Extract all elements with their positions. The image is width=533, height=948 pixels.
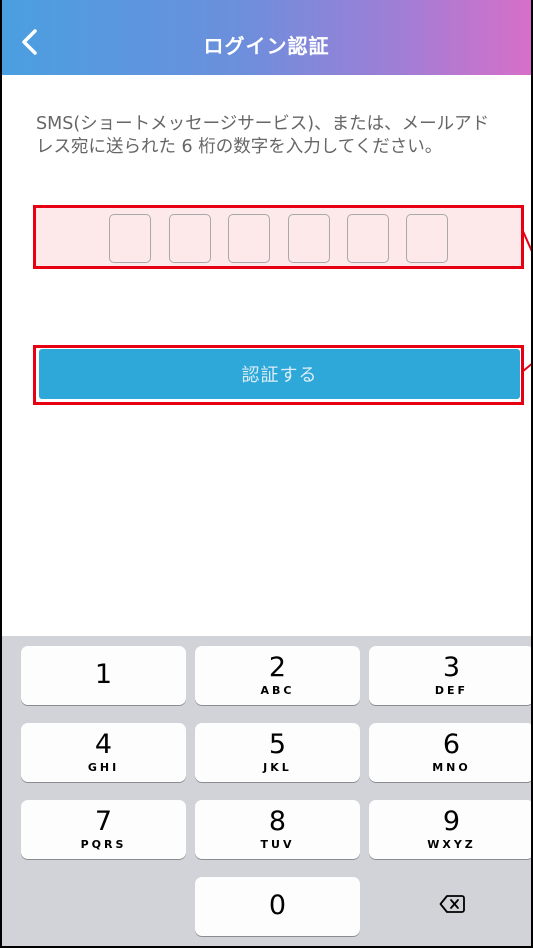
key-digit: 7	[94, 806, 113, 837]
key-digit: 8	[268, 806, 287, 837]
code-digit-box-2[interactable]	[169, 214, 211, 263]
key-digit: 4	[94, 729, 113, 760]
annotation-pointer-2	[521, 363, 531, 373]
key-letters: PQRS	[80, 838, 127, 851]
key-5[interactable]: 5 JKL	[195, 723, 360, 782]
key-letters: WXYZ	[427, 838, 476, 851]
instruction-text: SMS(ショートメッセージサービス)、または、メールアド レス宛に送られた 6 …	[36, 113, 526, 159]
key-0[interactable]: 0	[195, 877, 360, 936]
key-letters: MNO	[432, 761, 471, 774]
delete-key[interactable]	[369, 877, 531, 936]
key-4[interactable]: 4 GHI	[21, 723, 186, 782]
key-letters: ABC	[260, 684, 295, 697]
key-3[interactable]: 3 DEF	[369, 646, 531, 705]
key-letters: JKL	[263, 761, 292, 774]
submit-highlight: 認証する	[33, 345, 524, 405]
key-letters: DEF	[434, 684, 469, 697]
key-digit: 3	[442, 652, 461, 683]
key-digit: 6	[442, 729, 461, 760]
code-digit-box-6[interactable]	[406, 214, 448, 263]
key-2[interactable]: 2 ABC	[195, 646, 360, 705]
key-1[interactable]: 1	[21, 646, 186, 705]
nav-header: ログイン認証	[2, 0, 531, 75]
key-6[interactable]: 6 MNO	[369, 723, 531, 782]
key-letters: GHI	[87, 761, 120, 774]
code-digit-box-3[interactable]	[228, 214, 270, 263]
instruction-line-2: レス宛に送られた 6 桁の数字を入力してください。	[36, 137, 443, 157]
code-digit-box-4[interactable]	[288, 214, 330, 263]
key-digit: 1	[94, 659, 113, 690]
authenticate-button[interactable]: 認証する	[39, 349, 520, 399]
key-9[interactable]: 9 WXYZ	[369, 800, 531, 859]
instruction-line-1: SMS(ショートメッセージサービス)、または、メールアド	[36, 114, 490, 134]
app-screen: ログイン認証 SMS(ショートメッセージサービス)、または、メールアド レス宛に…	[0, 0, 533, 948]
verification-code-input[interactable]	[33, 205, 524, 269]
key-digit: 0	[268, 890, 287, 921]
key-digit: 2	[268, 652, 287, 683]
key-digit: 9	[442, 806, 461, 837]
key-8[interactable]: 8 TUV	[195, 800, 360, 859]
code-digit-box-5[interactable]	[347, 214, 389, 263]
key-7[interactable]: 7 PQRS	[21, 800, 186, 859]
key-digit: 5	[268, 729, 287, 760]
code-digit-box-1[interactable]	[109, 214, 151, 263]
backspace-icon	[439, 895, 465, 913]
page-title: ログイン認証	[203, 34, 330, 58]
annotation-pointer-1	[521, 228, 531, 252]
key-letters: TUV	[260, 838, 295, 851]
numeric-keyboard: 1 2 ABC 3 DEF 4 GHI 5 JKL 6 MNO 7 PQRS 8…	[2, 636, 531, 946]
